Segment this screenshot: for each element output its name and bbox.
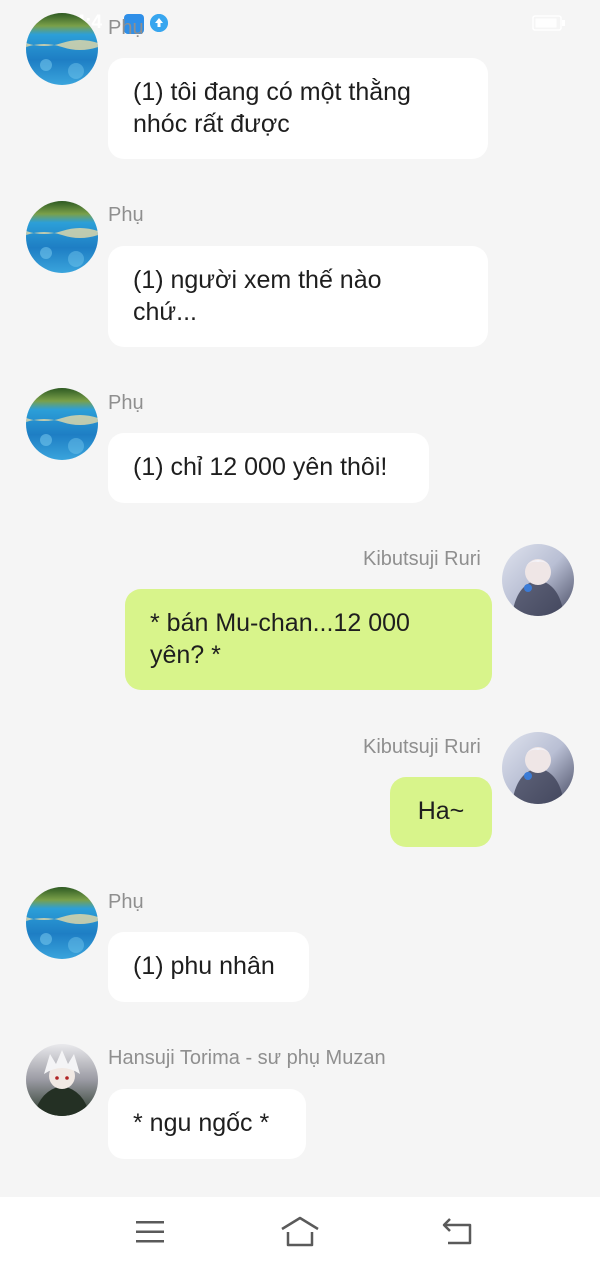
anime-girl-avatar[interactable]: [502, 732, 574, 804]
message-text-line: (1) người xem thế nào: [133, 266, 382, 294]
cloud-upload-icon: [150, 14, 168, 32]
message-bubble[interactable]: * bán Mu-chan...12 000 yên? *: [125, 589, 492, 690]
message-text-line: * ngu ngốc *: [133, 1109, 270, 1137]
message-text-line: (1) tôi đang có một thằng: [133, 78, 411, 106]
message-text-line: * bán Mu-chan...12 000: [150, 609, 410, 637]
navigation-bar: [0, 1197, 600, 1267]
battery-icon: [532, 15, 565, 31]
sea-landscape-avatar[interactable]: [26, 388, 98, 460]
sender-name: Phụ: [108, 17, 144, 39]
home-icon[interactable]: [280, 1215, 320, 1249]
message-bubble[interactable]: (1) phu nhân: [108, 932, 309, 1002]
anime-girl-avatar[interactable]: [502, 544, 574, 616]
message-text-line: nhóc rất được: [133, 110, 290, 138]
back-icon[interactable]: [438, 1215, 478, 1249]
message-bubble[interactable]: (1) người xem thế nào chứ...: [108, 246, 488, 347]
sender-name: Phụ: [108, 392, 144, 414]
message-bubble[interactable]: * ngu ngốc *: [108, 1089, 306, 1159]
message-bubble[interactable]: (1) chỉ 12 000 yên thôi!: [108, 433, 429, 503]
message-bubble[interactable]: (1) tôi đang có một thằng nhóc rất được: [108, 58, 488, 159]
menu-icon[interactable]: [130, 1215, 170, 1249]
anime-boy-avatar[interactable]: [26, 1044, 98, 1116]
message-bubble[interactable]: Ha~: [390, 777, 492, 847]
message-text-line: (1) phu nhân: [133, 952, 275, 980]
message-text-line: (1) chỉ 12 000 yên thôi!: [133, 453, 388, 481]
sender-name: Hansuji Torima - sư phụ Muzan: [108, 1047, 386, 1069]
sender-name: Phụ: [108, 204, 144, 226]
message-text-line: yên? *: [150, 641, 221, 669]
sea-landscape-avatar[interactable]: [26, 13, 98, 85]
sender-name: Kibutsuji Ruri: [363, 548, 481, 570]
sender-name: Kibutsuji Ruri: [363, 736, 481, 758]
sea-landscape-avatar[interactable]: [26, 887, 98, 959]
message-text-line: chứ...: [133, 298, 197, 326]
message-text-line: Ha~: [417, 797, 465, 825]
sender-name: Phụ: [108, 891, 144, 913]
sea-landscape-avatar[interactable]: [26, 201, 98, 273]
